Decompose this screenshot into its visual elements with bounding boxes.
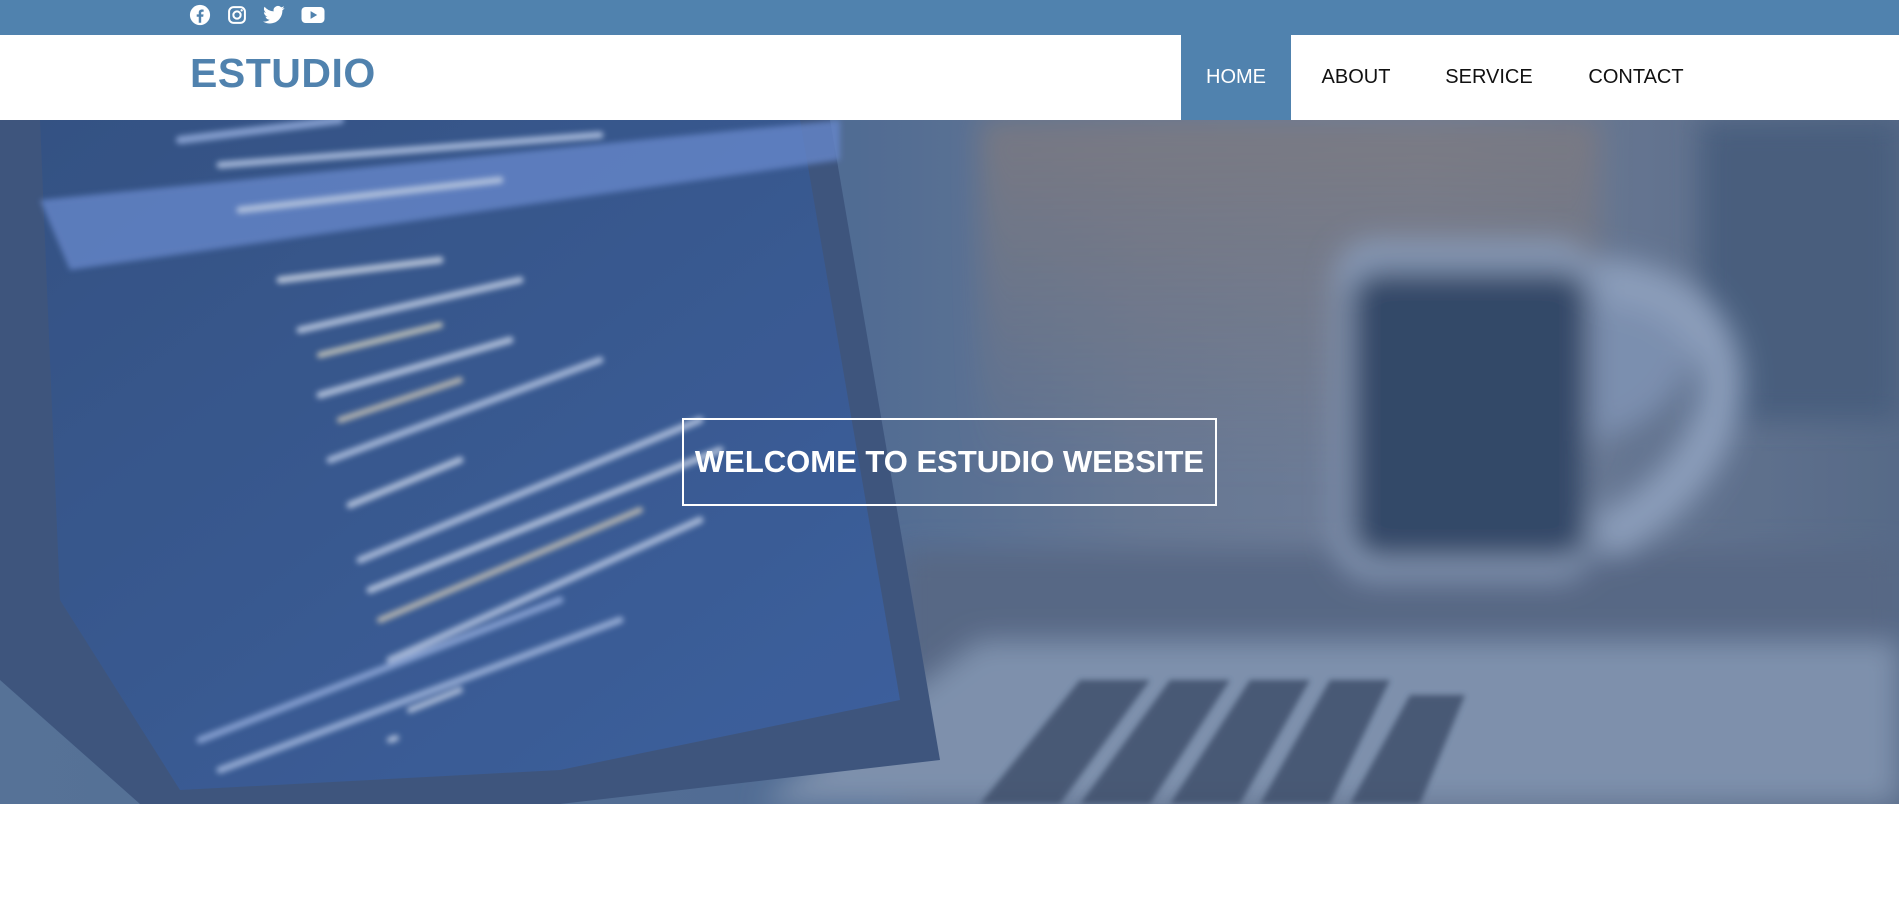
site-header: ESTUDIO HOME ABOUT SERVICE CONTACT xyxy=(0,35,1899,120)
facebook-icon[interactable] xyxy=(188,0,212,30)
hero-banner: WELCOME TO ESTUDIO WEBSITE xyxy=(0,120,1899,804)
instagram-icon[interactable] xyxy=(225,0,249,30)
nav-item-service[interactable]: SERVICE xyxy=(1430,35,1548,120)
top-social-bar xyxy=(0,0,1899,35)
nav-item-home[interactable]: HOME xyxy=(1181,35,1291,120)
nav-item-about[interactable]: ABOUT xyxy=(1302,35,1410,120)
site-logo[interactable]: ESTUDIO xyxy=(190,53,376,94)
youtube-icon[interactable] xyxy=(299,0,327,30)
nav-item-contact[interactable]: CONTACT xyxy=(1575,35,1697,120)
hero-welcome-box: WELCOME TO ESTUDIO WEBSITE xyxy=(682,418,1217,506)
hero-title: WELCOME TO ESTUDIO WEBSITE xyxy=(694,444,1205,479)
twitter-icon[interactable] xyxy=(261,0,287,30)
